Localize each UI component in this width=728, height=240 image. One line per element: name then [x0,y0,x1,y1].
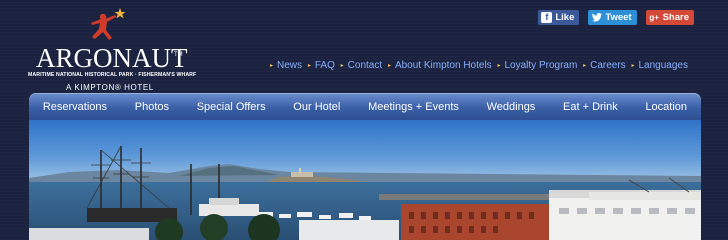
tweet-button[interactable]: Tweet [588,10,637,25]
utility-link-loyalty-program[interactable]: ▸ Loyalty Program [497,60,577,71]
social-share-bar: f Like Tweet g+ Share [538,10,694,25]
logo-subline: A KIMPTON® HOTEL [66,83,154,92]
arrow-right-icon: ▸ [307,63,311,69]
utility-link-label: Careers [590,60,626,71]
arrow-right-icon: ▸ [340,63,344,69]
nav-reservations[interactable]: Reservations [43,101,107,113]
utility-link-label: News [277,60,303,71]
nav-eat-drink[interactable]: Eat + Drink [563,101,618,113]
google-plus-share-button[interactable]: g+ Share [645,10,694,25]
arrow-right-icon: ▸ [270,63,274,69]
trademark-mark: TM [174,52,183,58]
utility-link-faq[interactable]: ▸ FAQ [308,60,335,71]
facebook-icon: f [541,12,553,23]
utility-link-about-kimpton[interactable]: ▸ About Kimpton Hotels [388,60,492,71]
tweet-label: Tweet [605,12,632,23]
logo-tagline: MARITIME NATIONAL HISTORICAL PARK · FISH… [28,72,197,78]
nav-our-hotel[interactable]: Our Hotel [293,101,340,113]
logo-wordmark: ARGONAUT [36,43,188,73]
google-plus-icon: g+ [649,12,659,22]
argonaut-figure-icon [91,8,126,40]
google-plus-share-label: Share [662,12,689,23]
nav-meetings-events[interactable]: Meetings + Events [368,101,459,113]
utility-link-label: Loyalty Program [504,60,578,71]
nav-special-offers[interactable]: Special Offers [197,101,266,113]
utility-link-languages[interactable]: ▸ Languages [631,60,688,71]
utility-link-label: FAQ [314,60,335,71]
utility-link-careers[interactable]: ▸ Careers [583,60,626,71]
twitter-icon [591,12,602,23]
nav-weddings[interactable]: Weddings [487,101,536,113]
hero-bay-photo [29,120,701,240]
hotel-logo[interactable]: ARGONAUT TM MARITIME NATIONAL HISTORICAL… [28,4,208,92]
facebook-like-label: Like [555,12,575,23]
utility-link-label: Contact [347,60,383,71]
arrow-right-icon: ▸ [497,63,501,69]
nav-location[interactable]: Location [645,101,687,113]
utility-link-label: Languages [638,60,689,71]
arrow-right-icon: ▸ [387,63,391,69]
nav-photos[interactable]: Photos [135,101,169,113]
utility-link-news[interactable]: ▸ News [270,60,302,71]
utility-link-label: About Kimpton Hotels [394,60,492,71]
arrow-right-icon: ▸ [583,63,587,69]
main-nav: Reservations Photos Special Offers Our H… [29,93,701,120]
utility-link-contact[interactable]: ▸ Contact [341,60,382,71]
arrow-right-icon: ▸ [631,63,635,69]
facebook-like-button[interactable]: f Like [538,10,580,25]
utility-nav: ▸ News ▸ FAQ ▸ Contact ▸ About Kimpton Hotel… [270,60,688,71]
